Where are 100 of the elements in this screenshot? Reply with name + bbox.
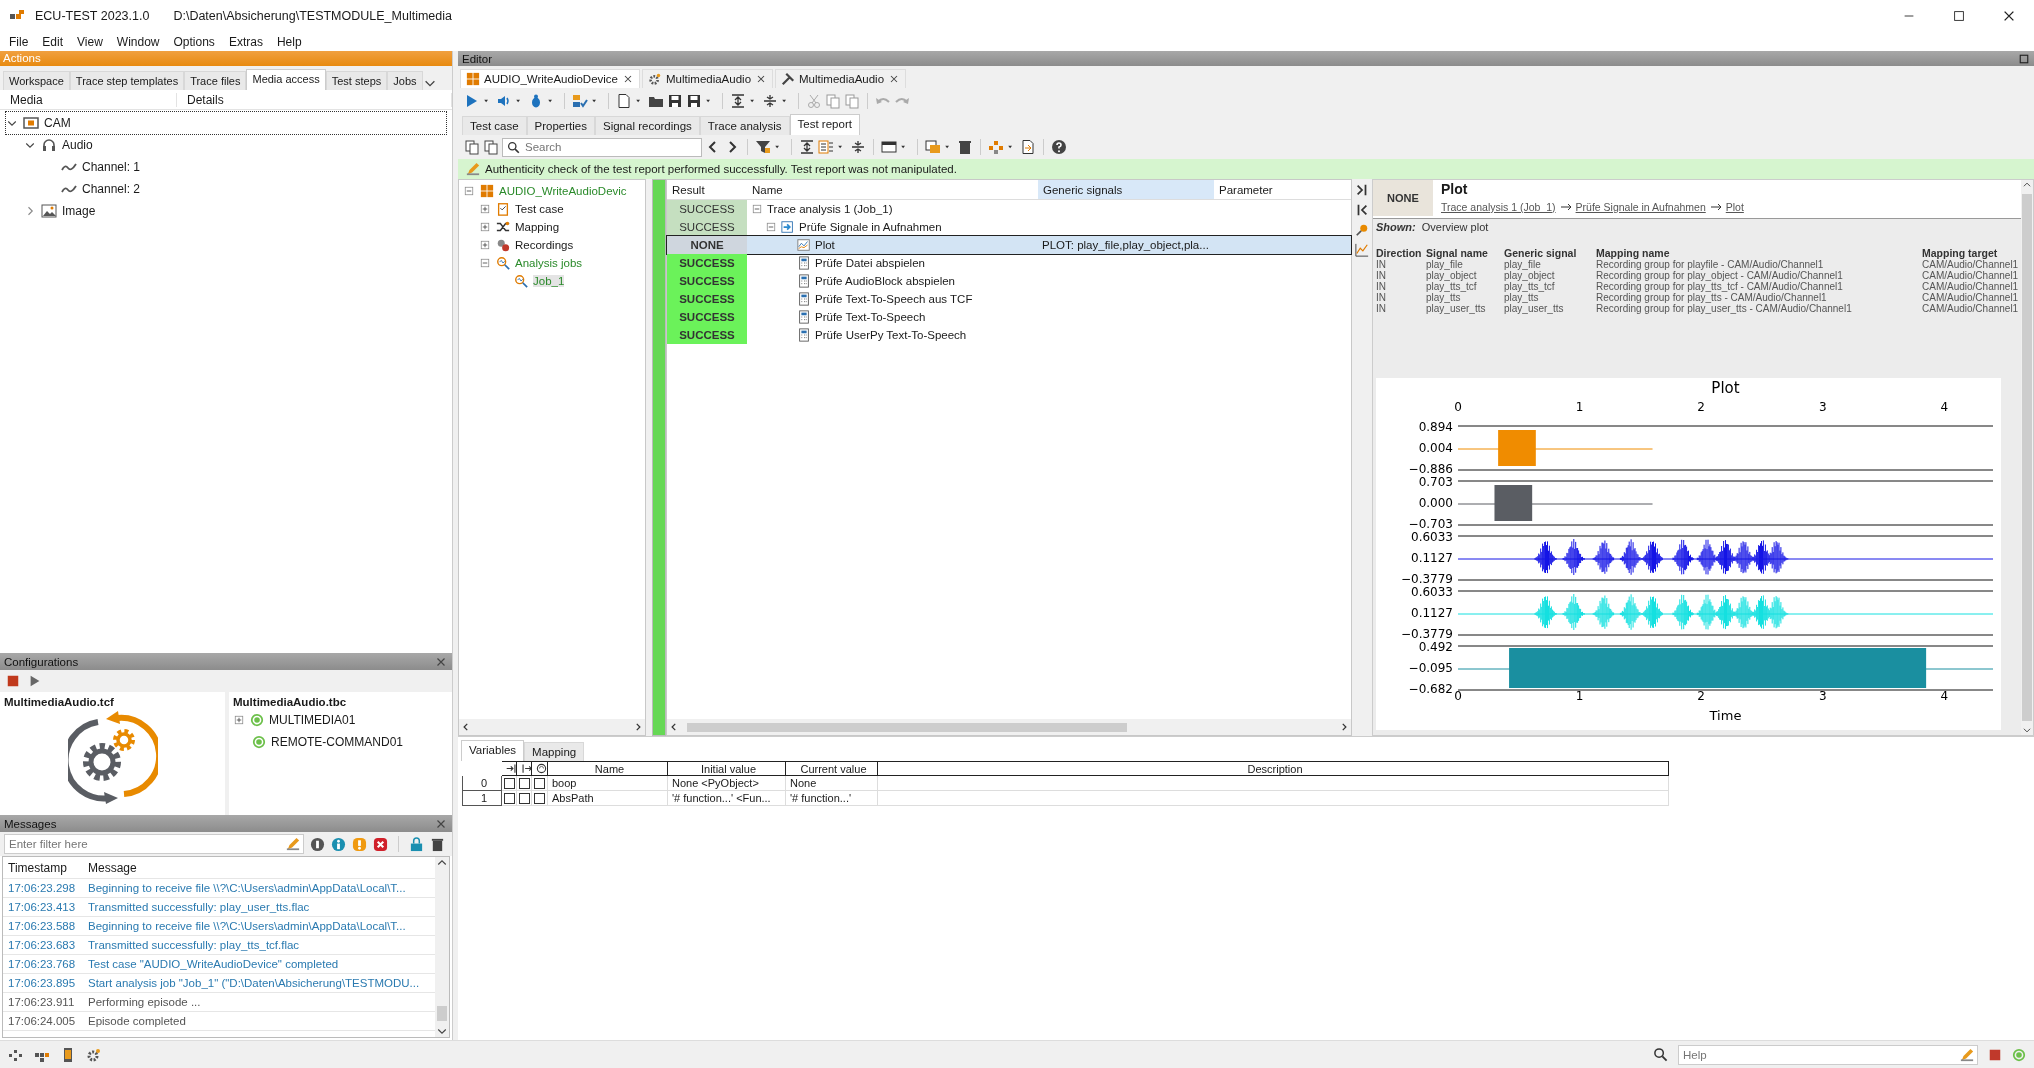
- editor-tab[interactable]: AUDIO_WriteAudioDevice: [460, 69, 640, 88]
- menu-item[interactable]: Options: [166, 34, 222, 49]
- window-path: D:\Daten\Absicherung\TESTMODULE_Multimedia: [173, 9, 452, 23]
- tick-label: 0.1127: [1411, 551, 1453, 565]
- table-cell-text: Recording group for play_tts - CAM/Audio/Channel1: [1596, 292, 1827, 303]
- menu-item[interactable]: File: [2, 34, 36, 49]
- menu-item[interactable]: Window: [109, 34, 167, 49]
- tick-label: 0.894: [1418, 420, 1453, 434]
- tick-label: −0.3779: [1400, 627, 1453, 641]
- table-cell-text: play_tts_tcf: [1504, 281, 1556, 292]
- message-text: Episode completed: [87, 1015, 187, 1027]
- table-cell-text: Recording group for playfile - CAM/Audio/Channel1: [1596, 259, 1824, 270]
- breadcrumb-link[interactable]: Plot: [1725, 201, 1744, 213]
- table-cell-text: play_file: [1504, 259, 1541, 270]
- tick-label: 3: [1818, 400, 1827, 414]
- column-header: Name: [751, 182, 784, 198]
- timestamp: 17:06:23.588: [7, 920, 77, 932]
- menu-item[interactable]: View: [70, 34, 110, 49]
- tab[interactable]: Properties: [526, 116, 595, 135]
- help-field[interactable]: Help: [1678, 1044, 1978, 1065]
- tab[interactable]: Media access: [246, 69, 326, 90]
- step-name[interactable]: Prüfe Signale in Aufnahmen: [799, 221, 942, 233]
- table-cell: CAM/Audio/Channel1: [1922, 303, 2018, 314]
- tool-name[interactable]: REMOTE-COMMAND01: [271, 735, 403, 749]
- column-header: Description: [878, 761, 1669, 776]
- table-cell: CAM/Audio/Channel1: [1922, 292, 2018, 303]
- tree-item[interactable]: Channel: 2: [82, 182, 141, 196]
- tab[interactable]: Workspace: [3, 71, 70, 90]
- step-name[interactable]: Prüfe UserPy Text-To-Speech: [815, 329, 967, 341]
- timestamp: 17:06:23.895: [7, 977, 77, 989]
- breadcrumb-link[interactable]: Prüfe Signale in Aufnahmen: [1575, 201, 1706, 213]
- column-header: Result: [671, 182, 706, 198]
- tick-label: 1: [1575, 689, 1584, 703]
- table-cell: None: [786, 776, 878, 791]
- tab[interactable]: Test report: [789, 114, 860, 135]
- detail-title: Plot: [1441, 181, 1469, 197]
- message-text: Test case "AUDIO_WriteAudioDevice" completed: [87, 958, 340, 970]
- tab[interactable]: Trace files: [184, 71, 247, 90]
- tree-item[interactable]: Mapping: [515, 221, 560, 233]
- tab[interactable]: Trace step templates: [69, 71, 185, 90]
- column-header: Mapping name: [1596, 247, 1671, 259]
- config-file-name: MultimediaAudio.tcf: [4, 696, 115, 708]
- tick-label: 0.492: [1418, 640, 1453, 654]
- tick-label: 4: [1940, 400, 1949, 414]
- tick-label: 1: [1575, 400, 1584, 414]
- timestamp: 17:06:24.005: [7, 1015, 77, 1027]
- tool-name[interactable]: MULTIMEDIA01: [269, 713, 356, 727]
- timestamp: 17:06:23.413: [7, 901, 77, 913]
- editor-tab[interactable]: MultimediaAudio: [642, 69, 774, 88]
- tick-label: −0.682: [1408, 682, 1453, 696]
- tree-item[interactable]: Job_1: [533, 275, 565, 287]
- table-cell-text: play_tts: [1426, 292, 1461, 303]
- step-name[interactable]: Prüfe Datei abspielen: [815, 257, 925, 269]
- tick-label: −0.703: [1408, 517, 1453, 531]
- message-text: Performing episode ...: [87, 996, 202, 1008]
- tab[interactable]: Variables: [461, 740, 525, 761]
- column-header: Generic signals: [1038, 180, 1214, 199]
- tree-item[interactable]: Audio: [62, 138, 93, 152]
- tab[interactable]: Mapping: [524, 742, 585, 761]
- menu-item[interactable]: Help: [269, 34, 309, 49]
- tree-item[interactable]: CAM: [44, 116, 71, 130]
- step-name[interactable]: Prüfe Text-To-Speech aus TCF: [815, 293, 973, 305]
- plot-title: Plot: [1711, 379, 1740, 397]
- table-cell-text: play_object: [1426, 270, 1478, 281]
- editor-tab[interactable]: MultimediaAudio: [775, 69, 907, 88]
- window-title: ECU-TEST 2023.1.0: [35, 9, 150, 23]
- column-header: Name: [548, 761, 668, 776]
- step-name[interactable]: Trace analysis 1 (Job_1): [767, 203, 893, 215]
- tick-label: 2: [1697, 400, 1705, 414]
- tab[interactable]: Signal recordings: [595, 116, 700, 135]
- tree-item[interactable]: AUDIO_WriteAudioDevic: [499, 185, 627, 197]
- table-cell-text: IN: [1376, 259, 1387, 270]
- filter-field[interactable]: Enter filter here: [4, 834, 304, 854]
- timestamp: 17:06:23.768: [7, 958, 77, 970]
- column-header: Parameter: [1218, 182, 1274, 198]
- tree-item[interactable]: Image: [62, 204, 96, 218]
- tree-item[interactable]: Test case: [515, 203, 564, 215]
- tree-item[interactable]: Channel: 1: [82, 160, 141, 174]
- menu-item[interactable]: Edit: [35, 34, 71, 49]
- tick-label: −0.886: [1408, 462, 1453, 476]
- step-name[interactable]: Prüfe Text-To-Speech: [815, 311, 926, 323]
- row-number: 1: [462, 791, 502, 806]
- config-file-name: MultimediaAudio.tbc: [233, 696, 348, 708]
- search-field[interactable]: Search: [502, 137, 702, 157]
- result-status: SUCCESS: [667, 308, 747, 326]
- tree-item[interactable]: Analysis jobs: [515, 257, 583, 269]
- tab[interactable]: Test steps: [325, 71, 388, 90]
- tab[interactable]: Test case: [462, 116, 527, 135]
- tick-label: 0.703: [1418, 475, 1453, 489]
- tab[interactable]: Jobs: [387, 71, 423, 90]
- menu-item[interactable]: Extras: [221, 34, 270, 49]
- table-cell: CAM/Audio/Channel1: [1922, 259, 2018, 270]
- breadcrumb-link[interactable]: Trace analysis 1 (Job_1): [1441, 201, 1556, 213]
- table-cell-text: play_tts_tcf: [1426, 281, 1478, 292]
- step-name[interactable]: Plot: [815, 239, 835, 251]
- tree-item[interactable]: Recordings: [515, 239, 574, 251]
- column-header: Message: [87, 860, 138, 875]
- step-name[interactable]: Prüfe AudioBlock abspielen: [815, 275, 955, 287]
- tab[interactable]: Trace analysis: [699, 116, 790, 135]
- table-cell: '# function...': [786, 791, 878, 806]
